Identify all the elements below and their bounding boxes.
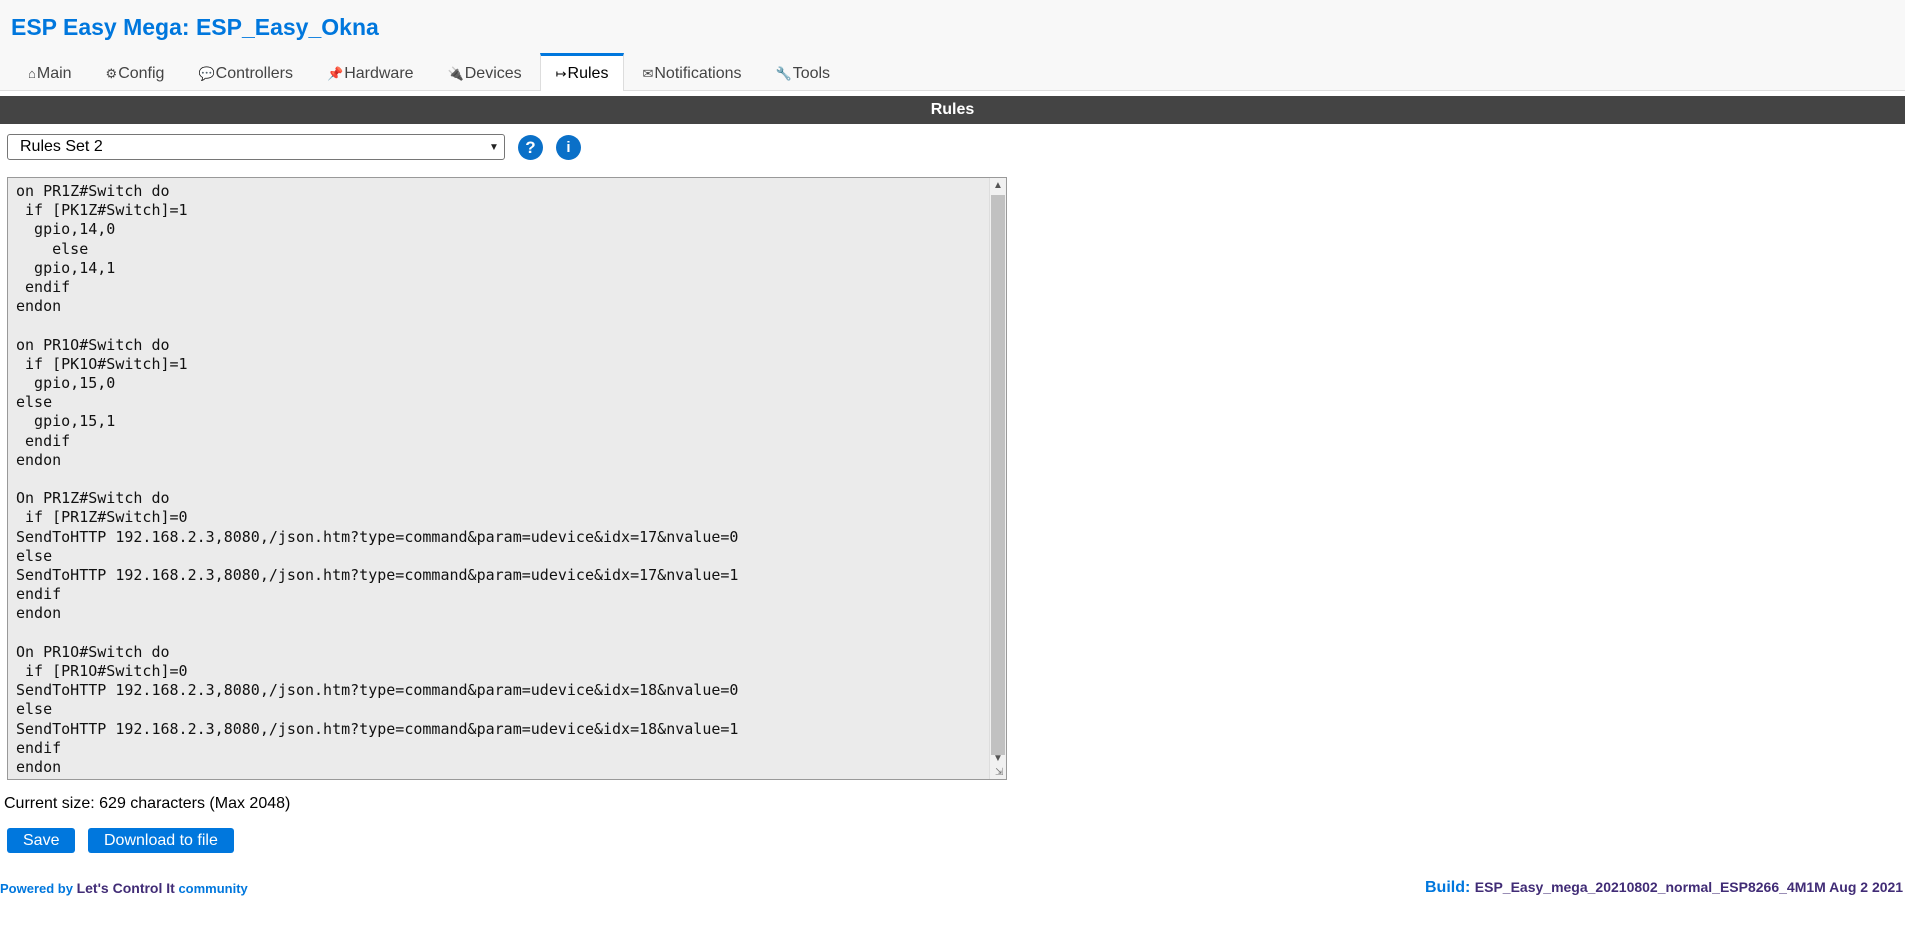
- plug-icon: 🔌: [447, 65, 464, 81]
- size-info: Current size: 629 characters (Max 2048): [4, 795, 291, 812]
- resize-grip-icon[interactable]: ⇲: [995, 768, 1005, 778]
- section-title-bar: Rules: [0, 96, 1905, 124]
- download-button[interactable]: Download to file: [88, 828, 234, 853]
- tab-label: Hardware: [344, 64, 414, 82]
- rules-set-select[interactable]: Rules Set 2 ▼: [7, 134, 505, 160]
- tab-label: Devices: [464, 64, 522, 82]
- rules-editor-content[interactable]: on PR1Z#Switch do if [PK1Z#Switch]=1 gpi…: [8, 178, 1006, 777]
- build-label: Build:: [1425, 879, 1471, 896]
- brand-link[interactable]: Let's Control It: [77, 880, 175, 896]
- tab-controllers[interactable]: 💬 Controllers: [182, 55, 309, 91]
- build-value: ESP_Easy_mega_20210802_normal_ESP8266_4M…: [1474, 879, 1904, 895]
- tab-notifications[interactable]: ✉ Notifications: [626, 55, 757, 91]
- chevron-down-icon: ▼: [489, 141, 499, 153]
- pushpin-icon: 📌: [327, 65, 344, 81]
- tab-devices[interactable]: 🔌 Devices: [432, 55, 538, 91]
- speech-bubble-icon: 💬: [198, 65, 215, 81]
- app-title: ESP Easy Mega: ESP_Easy_Okna: [11, 14, 379, 40]
- tab-label: Config: [118, 64, 165, 82]
- wrench-icon: 🔧: [775, 65, 792, 81]
- footer-build: Build: ESP_Easy_mega_20210802_normal_ESP…: [1425, 879, 1903, 897]
- gear-icon: ⚙: [105, 65, 118, 81]
- tab-config[interactable]: ⚙ Config: [90, 55, 181, 91]
- rules-editor[interactable]: on PR1Z#Switch do if [PK1Z#Switch]=1 gpi…: [7, 177, 1007, 780]
- tab-hardware[interactable]: 📌 Hardware: [311, 55, 430, 91]
- powered-by-text: Powered by: [0, 881, 73, 896]
- tab-label: Rules: [567, 64, 609, 82]
- scroll-up-icon[interactable]: ▲: [990, 178, 1006, 194]
- rules-set-value: Rules Set 2: [20, 138, 103, 155]
- scrollbar-thumb[interactable]: [991, 195, 1005, 755]
- tab-label: Main: [36, 64, 72, 82]
- tab-tools[interactable]: 🔧 Tools: [760, 55, 847, 91]
- community-text: community: [178, 881, 248, 896]
- tab-bar: ⌂ Main ⚙ Config 💬 Controllers 📌 Hardware…: [12, 53, 848, 91]
- save-button[interactable]: Save: [7, 828, 76, 853]
- tab-rules[interactable]: ↦ Rules: [539, 53, 625, 91]
- scroll-down-icon[interactable]: ▼: [990, 751, 1006, 767]
- editor-scrollbar[interactable]: ▲ ▼: [989, 178, 1006, 779]
- envelope-icon: ✉: [642, 65, 654, 81]
- rules-arrow-icon: ↦: [555, 65, 567, 81]
- tab-label: Notifications: [654, 64, 742, 82]
- info-button[interactable]: i: [556, 135, 581, 160]
- header: ESP Easy Mega: ESP_Easy_Okna ⌂ Main ⚙ Co…: [0, 0, 1905, 91]
- tab-label: Tools: [792, 64, 831, 82]
- home-icon: ⌂: [28, 66, 36, 81]
- help-button[interactable]: ?: [518, 135, 543, 160]
- tab-main[interactable]: ⌂ Main: [12, 55, 88, 91]
- footer-powered-by: Powered by Let's Control It community: [0, 880, 248, 896]
- tab-label: Controllers: [215, 64, 293, 82]
